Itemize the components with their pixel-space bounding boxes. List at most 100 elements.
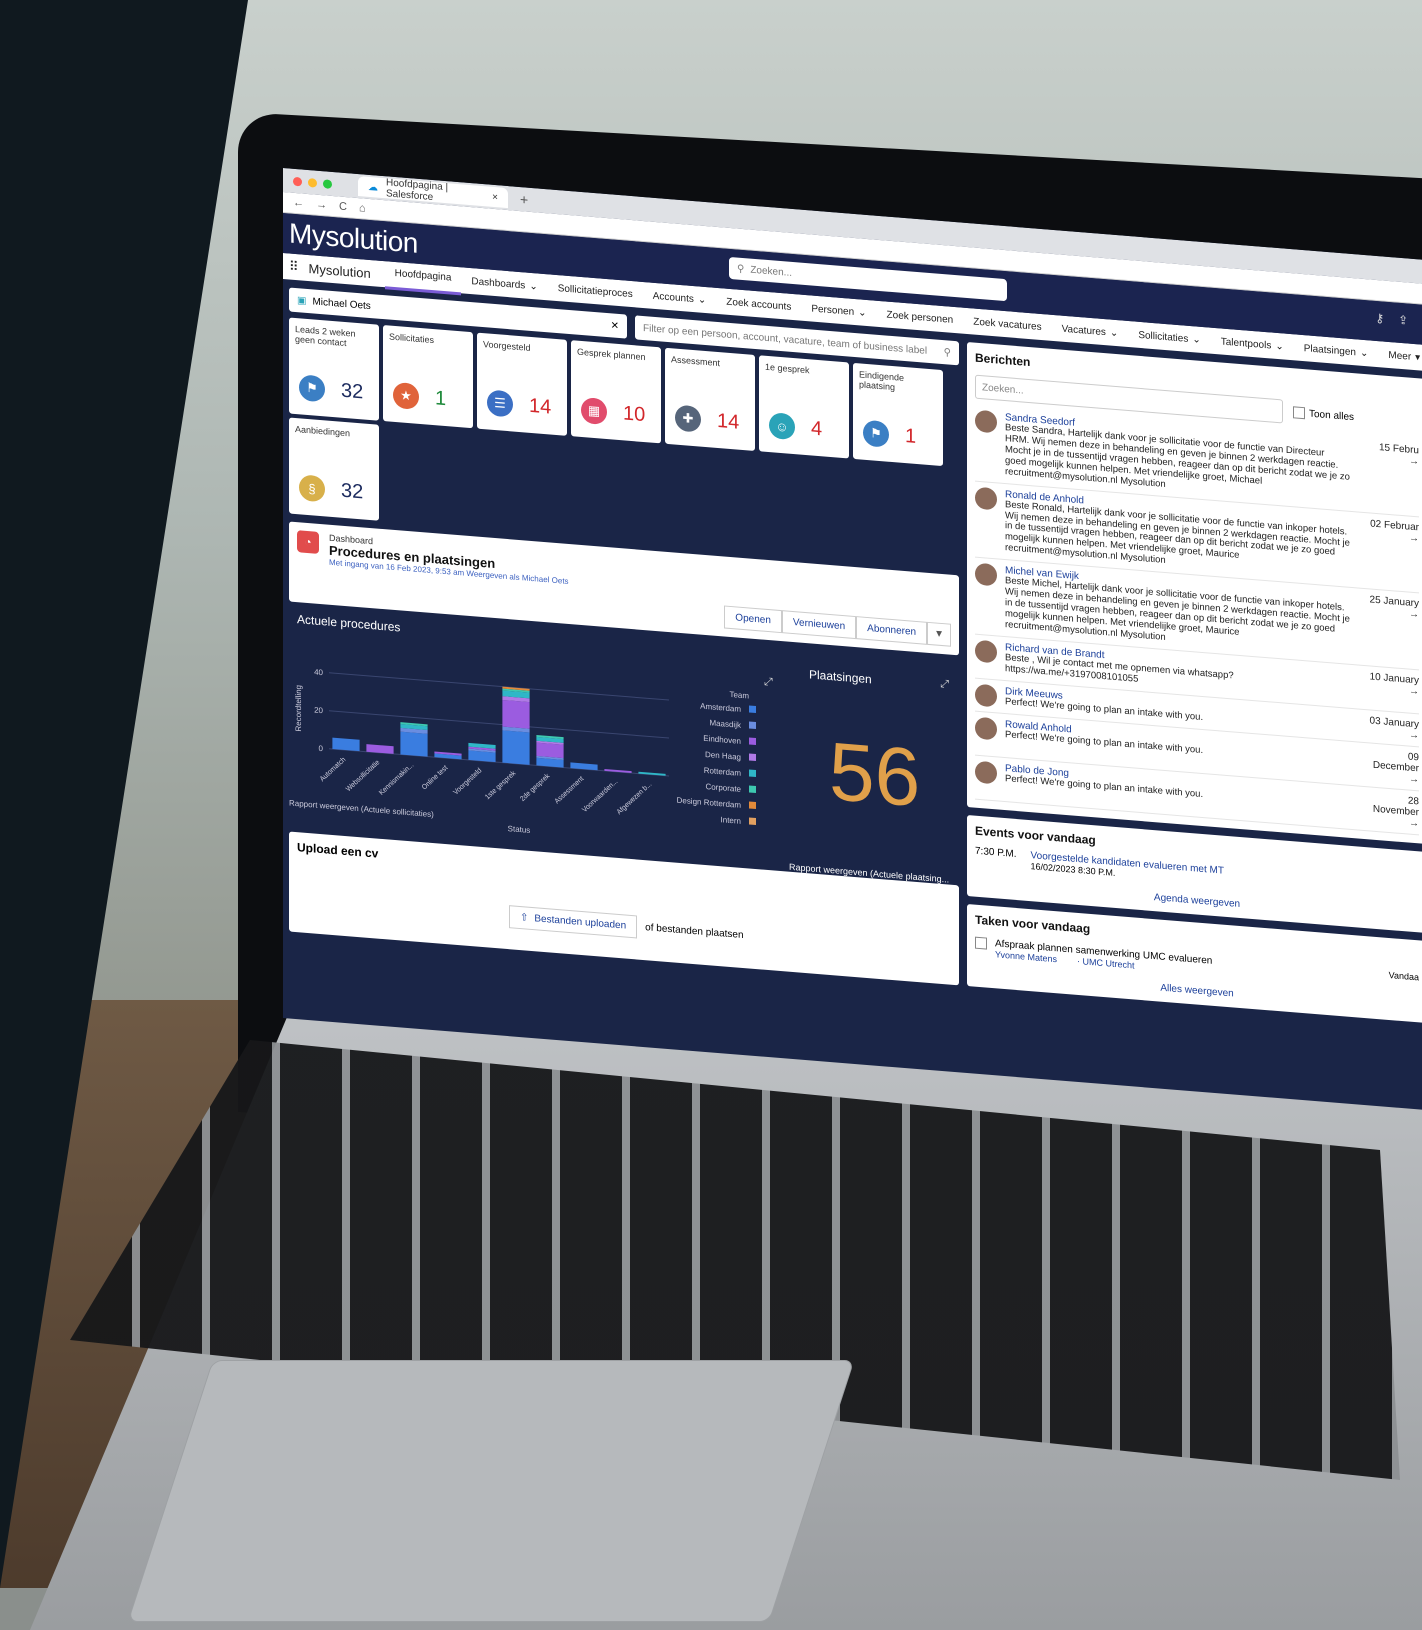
message-date: 03 January →	[1359, 714, 1419, 741]
messages-card: Berichten Zoeken... Toon alles Sandra Se…	[967, 342, 1422, 844]
tile-aanbiedingen[interactable]: Aanbiedingen § 32	[289, 417, 379, 521]
arrow-right-icon[interactable]: →	[1409, 729, 1419, 741]
new-tab-button[interactable]: +	[520, 191, 528, 208]
main-content: ▣ Michael Oets ✕ Filter op een persoon, …	[283, 279, 1422, 1040]
tile-body: ✚ 14	[675, 404, 740, 436]
mysolution-logo: Mysolution	[289, 217, 418, 259]
tile-label: Gesprek plannen	[577, 346, 646, 363]
tile-gesprek-plannen[interactable]: Gesprek plannen ▦ 10	[571, 340, 661, 444]
avatar	[975, 760, 997, 785]
tile-leads[interactable]: Leads 2 weken geen contact ⚑ 32	[289, 317, 379, 421]
dashboard-menu-button[interactable]: ▼	[927, 621, 951, 647]
nav-label: Sollicitatieproces	[557, 282, 633, 300]
avatar	[975, 486, 997, 511]
tab-close-icon[interactable]: ×	[492, 191, 498, 202]
close-window-icon[interactable]	[293, 176, 302, 187]
expand-icon[interactable]: ⤢	[940, 678, 949, 692]
task-checkbox[interactable]	[975, 936, 987, 950]
right-column: Berichten Zoeken... Toon alles Sandra Se…	[967, 342, 1422, 1031]
message-date-text: 09 December	[1372, 751, 1419, 775]
people-icon: ☺	[769, 412, 795, 441]
home-icon[interactable]: ⌂	[359, 202, 366, 215]
arrow-right-icon[interactable]: →	[1409, 456, 1419, 468]
maximize-window-icon[interactable]	[323, 178, 332, 189]
reload-icon[interactable]: C	[339, 201, 347, 214]
tile-value: 14	[717, 409, 740, 434]
x-tick-label: Assessment	[554, 775, 586, 805]
share-icon[interactable]: ⇪	[1398, 313, 1408, 328]
message-date-text: 10 January	[1369, 671, 1419, 687]
message-date-text: 28 November	[1372, 795, 1419, 819]
upload-icon: ⇧	[520, 912, 529, 924]
plaatsingen-widget: Plaatsingen ⤢ 56 Rapport weergeven (Actu…	[789, 642, 959, 886]
chevron-down-icon[interactable]: ⌄	[1192, 334, 1200, 346]
chevron-down-icon[interactable]: ⌄	[1110, 327, 1118, 339]
tile-value: 14	[529, 394, 552, 419]
nav-label: Zoek personen	[886, 309, 954, 326]
puzzle-icon: ✚	[675, 404, 701, 433]
chevron-down-icon[interactable]: ⌄	[698, 294, 706, 306]
global-search-placeholder: Zoeken...	[750, 264, 793, 279]
message-date: 10 January →	[1359, 670, 1419, 708]
offer-icon: §	[299, 474, 325, 503]
message-date: 28 November →	[1359, 791, 1419, 829]
legend-label: Eindhoven	[703, 734, 741, 746]
legend-label: Den Haag	[705, 750, 741, 762]
arrow-right-icon[interactable]: →	[1409, 532, 1419, 544]
message-date-text: 25 January	[1369, 594, 1419, 610]
app-launcher-grid-icon[interactable]: ⠿	[289, 258, 299, 275]
show-all-toggle[interactable]: Toon alles	[1293, 406, 1354, 423]
upload-files-button[interactable]: ⇧ Bestanden uploaden	[509, 905, 638, 939]
tile-voorgesteld[interactable]: Voorgesteld ☰ 14	[477, 332, 567, 436]
event-time: 7:30 P.M.	[975, 845, 1017, 860]
nav-label: Plaatsingen	[1303, 342, 1356, 358]
checkbox[interactable]	[1293, 406, 1305, 420]
tile-eindigende-plaatsing[interactable]: Eindigende plaatsing ⚑ 1	[853, 362, 943, 467]
legend-label: Amsterdam	[700, 702, 741, 714]
tile-sollicitaties[interactable]: Sollicitaties ★ 1	[383, 325, 473, 429]
dashboard-gauge-icon: ◔	[297, 530, 319, 554]
nav-label: Zoek vacatures	[973, 316, 1042, 333]
app-launcher[interactable]: ⠿ Mysolution	[289, 258, 371, 281]
caret-down-icon[interactable]: ▾	[1415, 352, 1420, 363]
back-icon[interactable]: ←	[293, 197, 304, 210]
legend-swatch	[749, 705, 756, 714]
chevron-down-icon[interactable]: ⌄	[1360, 347, 1368, 359]
tile-value: 32	[341, 379, 364, 403]
tile-label: 1e gesprek	[765, 361, 810, 376]
tile-1e-gesprek[interactable]: 1e gesprek ☺ 4	[759, 355, 849, 459]
chevron-down-icon[interactable]: ⌄	[858, 307, 866, 319]
message-date: 09 December →	[1359, 747, 1419, 785]
tile-label: Eindigende plaatsing	[859, 369, 905, 393]
open-button[interactable]: Openen	[724, 605, 782, 634]
message-date: 15 Febru →	[1359, 441, 1419, 511]
tile-assessment[interactable]: Assessment ✚ 14	[665, 347, 755, 451]
chevron-down-icon[interactable]: ⌄	[1275, 340, 1283, 352]
refresh-button[interactable]: Vernieuwen	[781, 610, 857, 640]
nav-label: Meer	[1388, 349, 1412, 363]
clear-icon[interactable]: ✕	[611, 320, 619, 332]
forward-icon[interactable]: →	[316, 199, 327, 212]
nav-meer[interactable]: Meer ▾	[1378, 341, 1422, 371]
kpi-value: 56	[829, 725, 921, 825]
arrow-right-icon[interactable]: →	[1409, 773, 1419, 785]
arrow-right-icon[interactable]: →	[1409, 609, 1419, 621]
minimize-window-icon[interactable]	[308, 177, 317, 188]
key-icon[interactable]: ⚷	[1375, 311, 1384, 326]
left-column: ▣ Michael Oets ✕ Filter op een persoon, …	[289, 287, 959, 993]
flag-icon: ⚑	[299, 374, 325, 403]
chevron-down-icon[interactable]: ⌄	[529, 280, 537, 292]
bar-segment	[536, 742, 564, 759]
expand-icon[interactable]: ⤢	[764, 676, 773, 690]
nav-label: Personen	[811, 303, 855, 318]
avatar	[975, 562, 997, 587]
subscribe-button[interactable]: Abonneren	[856, 616, 928, 645]
search-icon[interactable]: ⚲	[944, 347, 951, 359]
arrow-right-icon[interactable]: →	[1409, 817, 1419, 829]
show-all-label: Toon alles	[1309, 408, 1355, 423]
nav-label: Zoek accounts	[726, 296, 792, 313]
x-tick-label: Afgewezen b...	[616, 781, 654, 816]
arrow-right-icon[interactable]: →	[1409, 685, 1419, 697]
messages-list: Sandra Seedorf Beste Sandra, Hartelijk da…	[975, 404, 1419, 836]
nav-label: Hoofdpagina	[394, 267, 452, 284]
